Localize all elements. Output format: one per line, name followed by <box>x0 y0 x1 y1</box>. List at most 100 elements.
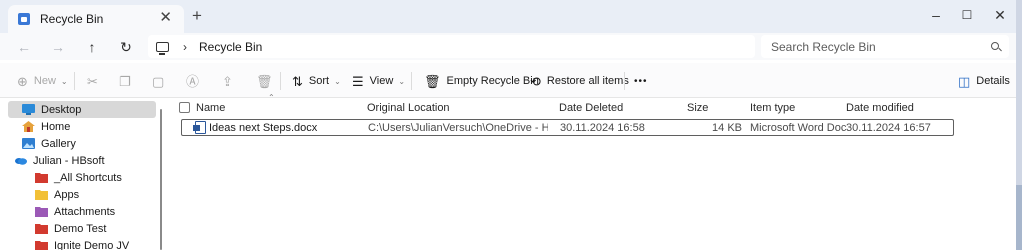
select-all-checkbox[interactable] <box>179 102 190 113</box>
search-input[interactable] <box>771 39 981 54</box>
sidebar-item-label: Ignite Demo JV <box>54 239 130 250</box>
chevron-down-icon: ⌄ <box>398 76 406 86</box>
empty-recycle-bin-label: Empty Recycle Bin <box>446 75 539 87</box>
desktop-background <box>1016 185 1022 250</box>
back-button[interactable]: ← <box>13 37 35 57</box>
sidebar-item-label: Julian - HBsoft <box>33 154 105 167</box>
desktop-icon <box>22 104 35 115</box>
folder-yellow-icon <box>35 190 48 200</box>
computer-icon <box>156 41 169 55</box>
details-label: Details <box>976 75 1010 87</box>
empty-recycle-bin-button[interactable]: 🗑︎ Empty Recycle Bin <box>424 72 539 90</box>
close-window-button[interactable]: ✕ <box>985 4 1015 26</box>
sidebar-item-label: Apps <box>54 188 80 201</box>
sidebar-item-onedrive[interactable]: Julian - HBsoft <box>8 152 156 169</box>
delete-button[interactable]: 🗑︎ <box>256 72 279 90</box>
view-button[interactable]: ☰ View ⌄ <box>352 72 405 90</box>
restore-all-items-button[interactable]: ⟲ Restore all items <box>530 72 629 90</box>
recycle-bin-icon <box>18 13 30 25</box>
file-list: ⌃ Name Original Location Date Deleted Si… <box>170 93 1016 250</box>
forward-button[interactable]: → <box>47 37 69 57</box>
scissors-icon: ✂ <box>87 73 98 89</box>
close-tab-icon[interactable]: ✕ <box>159 10 172 25</box>
maximize-button[interactable]: ☐ <box>952 4 982 26</box>
sidebar-item-apps[interactable]: Apps <box>8 186 156 203</box>
sidebar-item-home[interactable]: Home <box>8 118 156 135</box>
search-box[interactable] <box>761 35 1009 58</box>
chevron-down-icon: ⌄ <box>60 76 68 86</box>
up-button[interactable]: ↑ <box>81 37 103 57</box>
restore-all-items-label: Restore all items <box>546 75 629 87</box>
file-date-deleted: 30.11.2024 16:58 <box>560 122 645 134</box>
copy-button[interactable]: ❐ <box>119 72 137 90</box>
column-header-date-deleted[interactable]: Date Deleted <box>559 102 623 114</box>
trash-icon: 🗑︎ <box>424 73 441 89</box>
sidebar-item-desktop[interactable]: Desktop <box>8 101 156 118</box>
sidebar-item-label: Demo Test <box>54 222 107 235</box>
column-header-item-type[interactable]: Item type <box>750 102 795 114</box>
column-header-date-modified[interactable]: Date modified <box>846 102 914 114</box>
more-options-button[interactable]: ••• <box>634 72 648 90</box>
file-size: 14 KB <box>712 122 742 134</box>
sidebar-item-attachments[interactable]: Attachments <box>8 203 156 220</box>
view-label: View <box>369 75 394 87</box>
sidebar-item-label: Attachments <box>54 205 116 218</box>
new-label: New <box>33 75 56 87</box>
clipboard-icon: ▢ <box>152 73 165 89</box>
cut-button[interactable]: ✂ <box>87 72 104 90</box>
search-icon[interactable] <box>991 42 999 50</box>
onedrive-icon <box>15 158 27 165</box>
file-item-type: Microsoft Word Doc... <box>750 122 846 134</box>
folder-red-icon <box>35 241 48 250</box>
sidebar-item-demo-test[interactable]: Demo Test <box>8 220 156 237</box>
copy-icon: ❐ <box>119 73 131 89</box>
sidebar-item-label: Home <box>41 120 71 133</box>
share-button[interactable]: ⇪ <box>222 72 239 90</box>
details-button[interactable]: ◫ Details <box>958 72 1010 90</box>
column-header-name[interactable]: Name <box>196 102 225 114</box>
new-tab-button[interactable]: + <box>192 7 202 24</box>
share-icon: ⇪ <box>222 73 233 89</box>
home-icon <box>22 121 35 132</box>
breadcrumb-recycle-bin[interactable]: Recycle Bin <box>199 40 262 54</box>
address-bar[interactable]: › Recycle Bin <box>148 35 755 58</box>
sidebar-item-ignite-demo-jv[interactable]: Ignite Demo JV <box>8 237 156 250</box>
navigation-bar: ← → ↑ ↻ › Recycle Bin <box>0 33 1016 60</box>
view-icon: ☰ <box>352 73 364 89</box>
tab-title: Recycle Bin <box>40 12 104 26</box>
sidebar-item-all-shortcuts[interactable]: _All Shortcuts <box>8 169 156 186</box>
divider <box>280 72 281 90</box>
command-bar: ⊕ New ⌄ ✂ ❐ ▢ Ⓐ ⇪ 🗑︎ ⇅ Sort ⌄ ☰ View ⌄ 🗑… <box>0 63 1016 98</box>
sidebar-item-label: Desktop <box>41 103 82 116</box>
rename-button[interactable]: Ⓐ <box>186 72 205 90</box>
sidebar-scrollbar[interactable] <box>160 109 162 250</box>
folder-red-icon <box>35 173 48 183</box>
breadcrumb-chevron-icon[interactable]: › <box>183 40 187 54</box>
new-button[interactable]: ⊕ New ⌄ <box>17 72 68 90</box>
file-explorer-window: Recycle Bin ✕ + – ☐ ✕ ← → ↑ ↻ › Recycle … <box>0 0 1016 250</box>
divider <box>624 72 625 90</box>
word-document-icon <box>193 121 206 134</box>
rename-icon: Ⓐ <box>186 73 200 89</box>
column-header-size[interactable]: Size <box>687 102 708 114</box>
sidebar-item-gallery[interactable]: Gallery <box>8 135 156 152</box>
folder-purple-icon <box>35 207 48 217</box>
sort-icon: ⇅ <box>292 73 303 89</box>
title-bar: Recycle Bin ✕ + – ☐ ✕ <box>0 0 1016 33</box>
tab-recycle-bin[interactable]: Recycle Bin ✕ <box>8 5 184 33</box>
divider <box>411 72 412 90</box>
details-pane-icon: ◫ <box>958 73 971 89</box>
paste-button[interactable]: ▢ <box>152 72 170 90</box>
restore-icon: ⟲ <box>530 73 541 89</box>
column-header-original-location[interactable]: Original Location <box>367 102 450 114</box>
sidebar-item-label: Gallery <box>41 137 76 150</box>
refresh-button[interactable]: ↻ <box>115 37 137 57</box>
plus-circle-icon: ⊕ <box>17 73 28 89</box>
minimize-button[interactable]: – <box>921 4 951 26</box>
sort-button[interactable]: ⇅ Sort ⌄ <box>292 72 341 90</box>
divider <box>74 72 75 90</box>
sort-indicator-icon: ⌃ <box>268 93 275 102</box>
file-name: Ideas next Steps.docx <box>209 122 318 134</box>
sidebar-item-label: _All Shortcuts <box>54 171 122 184</box>
table-row[interactable]: Ideas next Steps.docx C:\Users\JulianVer… <box>181 119 954 136</box>
